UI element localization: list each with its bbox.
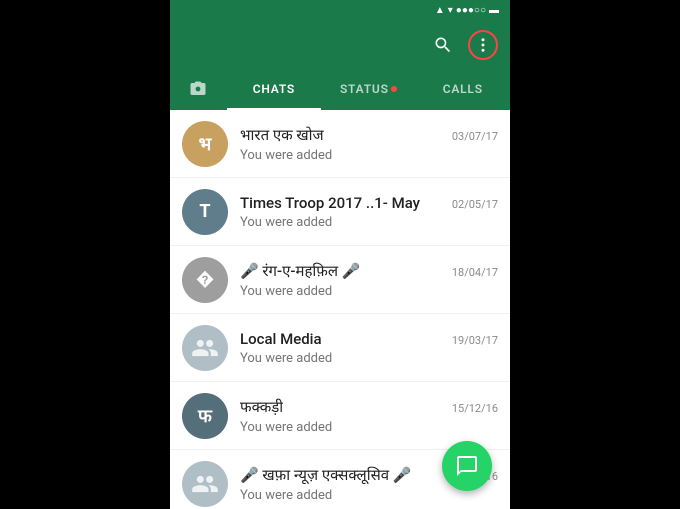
chat-item[interactable]: T Times Troop 2017 ..1- May 02/05/17 You we… <box>170 178 510 246</box>
avatar: � <box>182 257 228 303</box>
chat-item[interactable]: � 🎤 रंग-ए-महफ़िल 🎤 18/04/17 You were added <box>170 246 510 314</box>
phone-frame: ▲ ▾ ●●●○○ ▬ <box>170 0 510 509</box>
tab-status[interactable]: STATUS <box>321 70 415 110</box>
chat-name: भारत एक खोज <box>240 125 324 145</box>
app-header <box>170 20 510 70</box>
battery-icon: ▬ <box>489 5 499 16</box>
chat-time: 19/03/17 <box>452 334 498 347</box>
tab-calls-label: CALLS <box>443 82 483 96</box>
chat-preview: You were added <box>240 284 498 299</box>
chat-preview: You were added <box>240 420 498 435</box>
tab-camera[interactable] <box>170 70 227 110</box>
chat-name: 🎤 खफ़ा न्यूज़ एक्सक्लूसिव 🎤 <box>240 465 411 485</box>
status-dot <box>391 86 397 92</box>
avatar: T <box>182 189 228 235</box>
chat-header-row: 🎤 रंग-ए-महफ़िल 🎤 18/04/17 <box>240 261 498 281</box>
chat-header-row: भारत एक खोज 03/07/17 <box>240 125 498 145</box>
chat-item[interactable]: Local Media 19/03/17 You were added <box>170 314 510 382</box>
search-icon[interactable] <box>432 34 454 56</box>
chat-content: भारत एक खोज 03/07/17 You were added <box>240 125 498 163</box>
avatar <box>182 461 228 507</box>
status-indicators: ▲ ▾ ●●●○○ ▬ <box>432 5 502 16</box>
header-actions <box>432 30 498 60</box>
avatar: फ <box>182 393 228 439</box>
avatar: भ <box>182 121 228 167</box>
chat-preview: You were added <box>240 351 498 366</box>
wifi-icon: ▾ <box>448 5 453 16</box>
tab-chats-label: CHATS <box>253 82 295 96</box>
chat-preview: You were added <box>240 148 498 163</box>
chat-content: Times Troop 2017 ..1- May 02/05/17 You wer… <box>240 194 498 230</box>
chat-header-row: Times Troop 2017 ..1- May 02/05/17 <box>240 194 498 212</box>
chat-time: 15/12/16 <box>452 402 498 415</box>
chat-preview: You were added <box>240 215 498 230</box>
chat-header-row: फक्कड़ी 15/12/16 <box>240 397 498 417</box>
tab-status-label: STATUS <box>340 82 389 96</box>
chat-time: 18/04/17 <box>452 266 498 279</box>
avatar <box>182 325 228 371</box>
chat-content: 🎤 रंग-ए-महफ़िल 🎤 18/04/17 You were added <box>240 261 498 299</box>
tab-chats[interactable]: CHATS <box>227 70 321 110</box>
chat-item[interactable]: भ भारत एक खोज 03/07/17 You were added <box>170 110 510 178</box>
chat-time: 02/05/17 <box>452 198 498 211</box>
more-options-button[interactable] <box>468 30 498 60</box>
signal-bars: ●●●○○ <box>456 5 486 16</box>
chat-name: Times Troop 2017 ..1- May <box>240 194 420 212</box>
chat-name: 🎤 रंग-ए-महफ़िल 🎤 <box>240 261 360 281</box>
tab-bar: CHATS STATUS CALLS <box>170 70 510 110</box>
chat-name: फक्कड़ी <box>240 397 283 417</box>
chat-content: Local Media 19/03/17 You were added <box>240 330 498 366</box>
chat-time: 03/07/17 <box>452 130 498 143</box>
new-chat-button[interactable] <box>442 441 492 491</box>
signal-icon: ▲ <box>435 5 445 16</box>
chat-item[interactable]: फ फक्कड़ी 15/12/16 You were added <box>170 382 510 450</box>
tab-calls[interactable]: CALLS <box>416 70 510 110</box>
chat-content: फक्कड़ी 15/12/16 You were added <box>240 397 498 435</box>
status-bar: ▲ ▾ ●●●○○ ▬ <box>170 0 510 20</box>
chat-header-row: Local Media 19/03/17 <box>240 330 498 348</box>
chat-name: Local Media <box>240 330 322 348</box>
